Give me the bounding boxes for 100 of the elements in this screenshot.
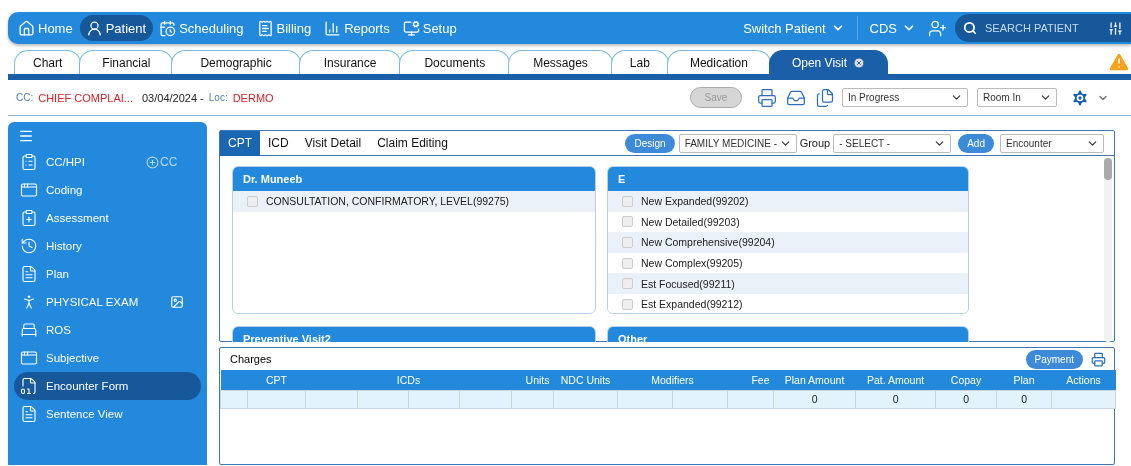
visit-date: 03/04/2024 -	[142, 91, 204, 104]
cc-label: CC:	[16, 92, 34, 103]
sidebar-item[interactable]: Subjective	[14, 344, 201, 372]
sidebar-item[interactable]: PHYSICAL EXAM	[14, 288, 201, 316]
card-title: E	[608, 167, 968, 191]
add-button[interactable]: Add	[958, 133, 994, 153]
coding-tab[interactable]: ICD	[260, 130, 297, 156]
table-cell: 0	[855, 390, 936, 408]
type-select[interactable]: Encounter	[1000, 133, 1104, 153]
window-icon	[20, 181, 38, 199]
nav-item[interactable]: Billing	[250, 15, 319, 41]
code-label: New Expanded(99202)	[641, 195, 749, 208]
column-header: Modifiers	[617, 370, 728, 390]
printer-icon[interactable]	[1091, 351, 1106, 367]
column-header: Plan	[996, 370, 1052, 390]
template-select[interactable]: FAMILY MEDICINE -	[678, 133, 797, 153]
add-user-icon[interactable]	[928, 18, 947, 38]
add-cc-link[interactable]: CC	[146, 155, 178, 169]
column-header: ICDs	[305, 370, 512, 390]
column-header: Actions	[1051, 370, 1116, 390]
payment-button[interactable]: Payment	[1025, 349, 1083, 369]
checkbox[interactable]	[622, 237, 633, 248]
code-label: New Detailed(99203)	[641, 215, 740, 228]
code-label: Est Focused(99211)	[641, 277, 735, 290]
clipboard-icon	[20, 209, 38, 227]
column-header: Fee	[727, 370, 774, 390]
monitor-icon	[402, 19, 420, 37]
sidebar-item[interactable]: CC/HPI CC	[14, 148, 201, 176]
group-label: Group	[799, 137, 831, 149]
design-button[interactable]: Design	[625, 133, 675, 153]
warning-icon[interactable]	[1107, 50, 1131, 74]
group-select[interactable]: - SELECT -	[833, 133, 952, 153]
location-label: Loc:	[208, 92, 228, 103]
calendar-icon	[159, 19, 177, 37]
scrollbar[interactable]	[1104, 158, 1112, 342]
room-select[interactable]: Room In	[977, 88, 1057, 107]
sidebar-item[interactable]: ROS	[14, 316, 201, 344]
bar-chart-icon	[324, 19, 342, 37]
nav-item[interactable]: Reports	[318, 15, 397, 41]
column-header: CPT	[247, 370, 306, 390]
tab[interactable]: Lab	[610, 50, 669, 74]
nav-item[interactable]: Scheduling	[153, 15, 251, 41]
checkbox[interactable]	[622, 278, 633, 290]
charges-title: Charges	[230, 353, 272, 365]
tab[interactable]: Documents	[399, 50, 511, 74]
coding-tab[interactable]: Visit Detail	[296, 130, 370, 156]
sidebar-item[interactable]: History	[14, 232, 201, 260]
cds-dropdown[interactable]: CDS	[857, 20, 928, 36]
code-label: New Comprehensive(99204)	[641, 236, 775, 249]
image-icon[interactable]	[170, 295, 184, 309]
code-label: New Complex(99205)	[641, 257, 743, 270]
coding-tab[interactable]: CPT	[220, 130, 260, 156]
document-icon	[20, 405, 38, 423]
nav-item[interactable]: Setup	[396, 15, 464, 41]
checkbox[interactable]	[622, 216, 633, 228]
table-cell: 0	[935, 390, 997, 408]
close-icon[interactable]	[853, 56, 866, 69]
status-select[interactable]: In Progress	[842, 88, 968, 107]
document-icon	[20, 265, 38, 283]
column-header: Units	[511, 370, 554, 390]
menu-icon[interactable]	[18, 128, 34, 144]
coding-tab[interactable]: Claim Editing	[369, 130, 456, 156]
tab[interactable]: Chart	[14, 50, 82, 74]
tab[interactable]: Messages	[508, 50, 613, 74]
card-title: Dr. Muneeb	[233, 167, 595, 191]
search-icon	[963, 21, 977, 35]
search-field[interactable]: SEARCH PATIENT	[955, 14, 1131, 42]
checkbox[interactable]	[247, 195, 258, 207]
location-value: DERMO	[232, 91, 274, 104]
column-header: Copay	[935, 370, 997, 390]
sidebar-item[interactable]: Encounter Form	[14, 372, 201, 400]
checkbox[interactable]	[622, 195, 633, 207]
tab[interactable]: Insurance	[298, 50, 402, 74]
column-header: Pat. Amount	[855, 370, 936, 390]
column-header: Plan Amount	[773, 370, 856, 390]
column-header: NDC Units	[553, 370, 618, 390]
sidebar-item[interactable]: Assessment	[14, 204, 201, 232]
sliders-icon[interactable]	[1108, 20, 1123, 36]
sidebar-item[interactable]: Sentence View	[14, 400, 201, 428]
search-input[interactable]: SEARCH PATIENT	[983, 21, 1102, 35]
tab[interactable]: Demographic	[171, 50, 301, 74]
nav-item[interactable]: Patient	[79, 15, 154, 41]
chief-complaint-value: CHIEF COMPLAI...	[38, 91, 133, 104]
window-icon	[20, 349, 38, 367]
code-label: Est Expanded(99212)	[641, 298, 743, 311]
nav-item[interactable]: Home	[12, 15, 80, 41]
checkbox[interactable]	[622, 298, 633, 310]
printer-icon[interactable]	[755, 87, 779, 108]
tab[interactable]: Financial	[79, 50, 174, 74]
tab[interactable]: Open Visit	[768, 50, 889, 74]
checkbox[interactable]	[622, 257, 633, 269]
switch-patient-dropdown[interactable]: Switch Patient	[731, 20, 857, 36]
tab[interactable]: Medication	[666, 50, 771, 74]
code-label: CONSULTATION, CONFIRMATORY, LEVEL(99275)	[266, 195, 510, 208]
table-cell: 0	[996, 390, 1052, 408]
sidebar-item[interactable]: Coding	[14, 176, 201, 204]
clock-icon	[20, 237, 38, 255]
bed-icon	[20, 321, 38, 339]
receipt-icon	[256, 19, 274, 37]
sidebar-item[interactable]: Plan	[14, 260, 201, 288]
